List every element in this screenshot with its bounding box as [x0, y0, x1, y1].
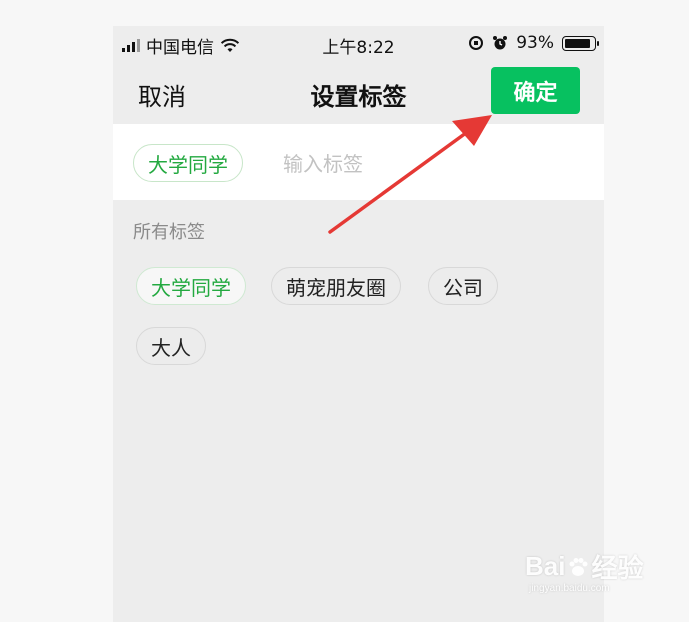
battery-percent: 93%	[516, 33, 554, 53]
alarm-icon	[493, 36, 508, 50]
navigation-bar: 取消 设置标签 确定	[113, 62, 604, 124]
tag-input-area[interactable]: 大学同学	[113, 124, 604, 200]
status-bar: 中国电信 上午8:22 93%	[113, 26, 604, 62]
watermark-brand-right: 经验	[591, 553, 644, 583]
battery-icon	[562, 35, 599, 51]
screenshot-frame: 中国电信 上午8:22 93% 取消 设置标签 确定 大学同学 输入标签 所有标…	[0, 0, 689, 622]
tag-chip[interactable]: 公司	[428, 267, 498, 305]
tag-chip[interactable]: 萌宠朋友圈	[271, 267, 401, 305]
phone-screen: 中国电信 上午8:22 93% 取消 设置标签 确定 大学同学 输入标签 所有标…	[113, 26, 604, 622]
selected-tag-chip[interactable]: 大学同学	[133, 144, 243, 182]
paw-logo-icon	[569, 557, 588, 576]
watermark-url: jingyan.baidu.com	[529, 583, 610, 594]
confirm-button[interactable]: 确定	[491, 67, 580, 114]
watermark-brand: Bai 经验	[525, 548, 643, 585]
tag-chip[interactable]: 大人	[136, 327, 206, 365]
watermark-brand-left: Bai	[525, 551, 566, 581]
tag-input-field[interactable]	[281, 146, 585, 182]
tag-chip[interactable]: 大学同学	[136, 267, 246, 305]
battery-fill	[565, 38, 590, 48]
status-right: 93%	[468, 33, 599, 53]
all-tags-label: 所有标签	[133, 222, 205, 243]
rotation-lock-icon	[469, 36, 484, 50]
watermark: Bai 经验 jingyan.baidu.com	[525, 548, 643, 594]
